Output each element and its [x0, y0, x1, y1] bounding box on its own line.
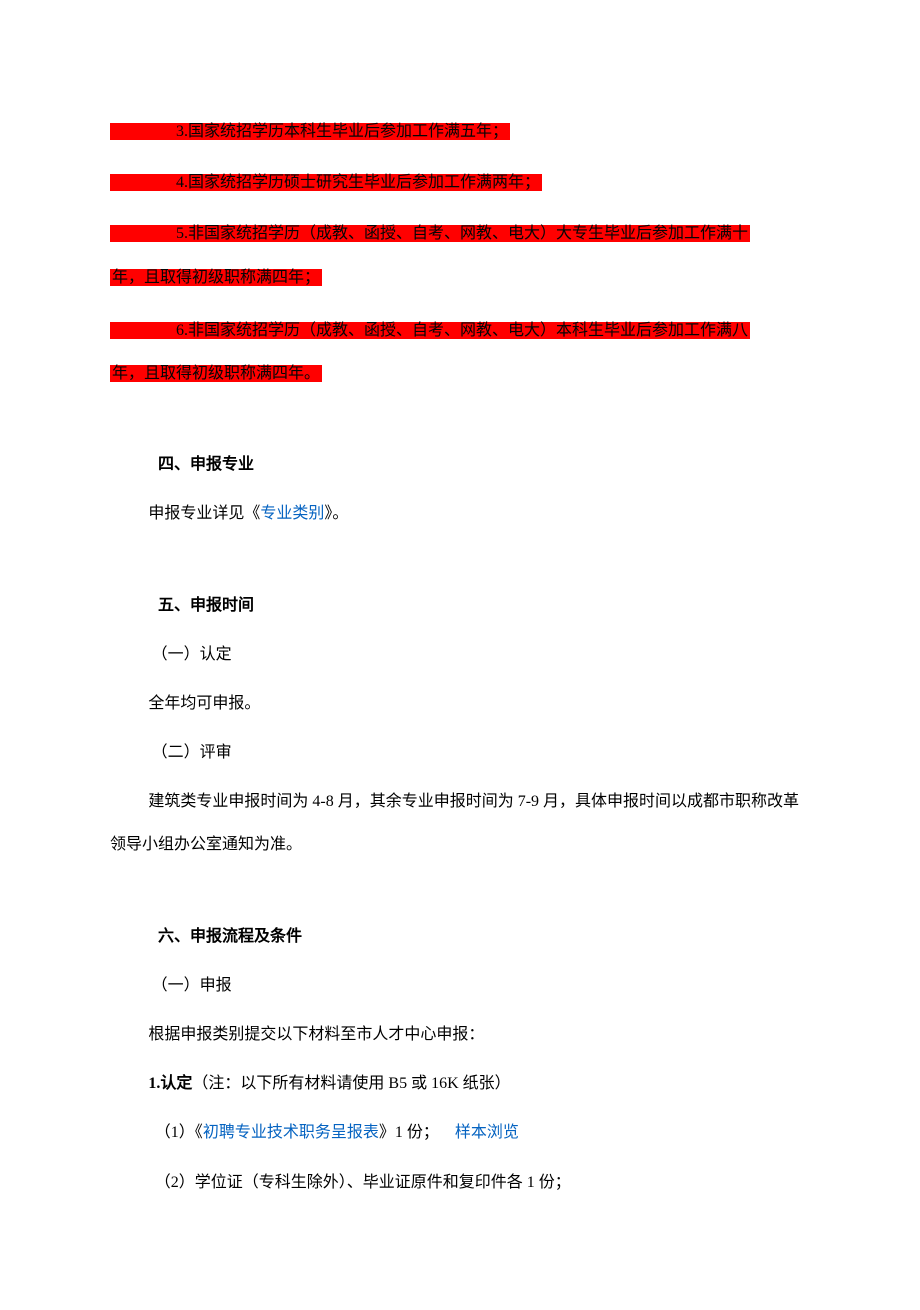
section-4-heading: 四、申报专业: [110, 443, 810, 486]
section-6-item1-2: （2）学位证（专科生除外）、毕业证原件和复印件各 1 份；: [110, 1161, 810, 1204]
highlighted-text: 4.国家统招学历硕士研究生毕业后参加工作满两年；: [176, 174, 540, 191]
section-5-sub1: （一）认定: [110, 633, 810, 676]
item1-1-mid: 》1 份；: [379, 1124, 439, 1141]
section-6-sub1-text: 根据申报类别提交以下材料至市人才中心申报：: [110, 1013, 810, 1056]
section-6-sub1: （一）申报: [110, 964, 810, 1007]
section-4-prefix: 申报专业详见《: [148, 505, 260, 522]
form-link[interactable]: 初聘专业技术职务呈报表: [203, 1124, 379, 1141]
item1-1-prefix: （1）《: [155, 1124, 203, 1141]
section-5-heading: 五、申报时间: [110, 584, 810, 627]
section-6-item1-rest: （注：以下所有材料请使用 B5 或 16K 纸张）: [192, 1075, 510, 1092]
section-5-sub1-text: 全年均可申报。: [110, 682, 810, 725]
section-6-item1-1: （1）《初聘专业技术职务呈报表》1 份； 样本浏览: [110, 1111, 810, 1154]
section-4-text: 申报专业详见《专业类别》。: [110, 492, 810, 535]
section-6-heading: 六、申报流程及条件: [110, 915, 810, 958]
professional-category-link[interactable]: 专业类别: [260, 505, 324, 522]
section-5-sub2: （二）评审: [110, 731, 810, 774]
highlighted-item-6: 6.非国家统招学历（成教、函授、自考、网教、电大）本科生毕业后参加工作满八 年，…: [110, 309, 810, 395]
section-6-item1: 1.认定（注：以下所有材料请使用 B5 或 16K 纸张）: [110, 1062, 810, 1105]
highlighted-item-4: 4.国家统招学历硕士研究生毕业后参加工作满两年；: [110, 161, 810, 204]
section-6-item1-bold: 1.认定: [148, 1075, 192, 1092]
highlighted-item-3: 3.国家统招学历本科生毕业后参加工作满五年；: [110, 110, 810, 153]
highlighted-text-b: 年，且取得初级职称满四年；: [112, 269, 320, 286]
highlighted-text-b: 年，且取得初级职称满四年。: [112, 365, 320, 382]
highlighted-item-5: 5.非国家统招学历（成教、函授、自考、网教、电大）大专生毕业后参加工作满十 年，…: [110, 212, 810, 298]
highlighted-text: 3.国家统招学历本科生毕业后参加工作满五年；: [176, 123, 508, 140]
sample-preview-link[interactable]: 样本浏览: [455, 1124, 519, 1141]
highlighted-text-a: 6.非国家统招学历（成教、函授、自考、网教、电大）本科生毕业后参加工作满八: [176, 322, 748, 339]
highlighted-text-a: 5.非国家统招学历（成教、函授、自考、网教、电大）大专生毕业后参加工作满十: [176, 225, 748, 242]
section-5-sub2-text: 建筑类专业申报时间为 4-8 月，其余专业申报时间为 7-9 月，具体申报时间以…: [110, 780, 810, 866]
section-4-suffix: 》。: [324, 505, 348, 522]
